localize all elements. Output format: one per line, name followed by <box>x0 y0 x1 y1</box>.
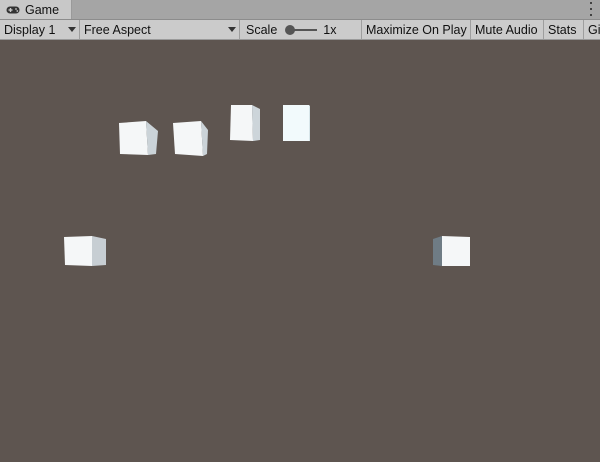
more-options-icon[interactable] <box>589 2 593 16</box>
stats-toggle[interactable]: Stats <box>544 20 584 39</box>
cube <box>64 236 106 266</box>
window-tab-bar: Game <box>0 0 600 20</box>
maximize-on-play-label: Maximize On Play <box>366 22 467 37</box>
tab-label: Game <box>25 2 60 17</box>
scale-value: 1x <box>323 22 337 37</box>
aspect-dropdown-label: Free Aspect <box>84 22 151 37</box>
cube <box>283 105 310 141</box>
tab-game[interactable]: Game <box>0 0 72 19</box>
mute-audio-label: Mute Audio <box>475 22 538 37</box>
cube <box>119 121 158 155</box>
scale-control: Scale 1x <box>240 20 362 39</box>
scale-slider-handle[interactable] <box>285 24 296 35</box>
cube <box>230 105 260 141</box>
maximize-on-play-toggle[interactable]: Maximize On Play <box>362 20 471 39</box>
display-dropdown-label: Display 1 <box>4 22 56 37</box>
scale-slider[interactable] <box>285 24 318 35</box>
cube <box>433 236 470 266</box>
game-toolbar: Display 1 Free Aspect Scale 1x Maximize … <box>0 20 600 40</box>
gizmos-label: Gi <box>588 22 600 37</box>
mute-audio-toggle[interactable]: Mute Audio <box>471 20 544 39</box>
aspect-dropdown[interactable]: Free Aspect <box>80 20 240 39</box>
game-viewport[interactable] <box>0 41 600 462</box>
gamepad-icon <box>6 6 20 13</box>
chevron-down-icon <box>228 27 236 32</box>
stats-label: Stats <box>548 22 577 37</box>
chevron-down-icon <box>68 27 76 32</box>
display-dropdown[interactable]: Display 1 <box>0 20 80 39</box>
scale-label: Scale <box>246 22 278 37</box>
cube <box>173 121 208 156</box>
gizmos-toggle[interactable]: Gi <box>584 20 600 39</box>
